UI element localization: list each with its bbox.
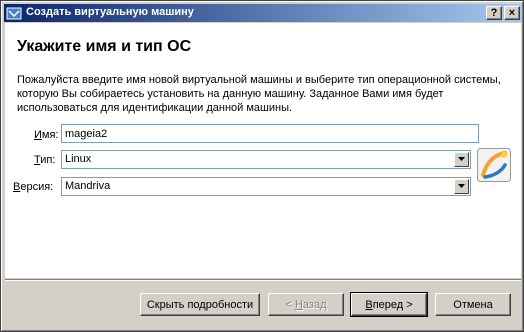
version-select[interactable]: Mandriva	[61, 177, 471, 196]
title-bar[interactable]: Создать виртуальную машину ? ×	[4, 4, 522, 22]
help-button[interactable]: ?	[486, 6, 502, 20]
page-title: Укажите имя и тип ОС	[17, 38, 192, 55]
cancel-button[interactable]: Отмена	[435, 293, 511, 316]
name-input[interactable]	[61, 124, 479, 143]
chevron-down-icon	[458, 184, 465, 188]
create-vm-dialog: Создать виртуальную машину ? × Укажите и…	[0, 0, 524, 332]
next-button-text: перед >	[372, 298, 413, 311]
close-button[interactable]: ×	[504, 6, 520, 20]
hide-details-button[interactable]: Скрыть подробности	[140, 293, 260, 316]
type-select-value: Linux	[65, 153, 92, 165]
button-separator	[5, 279, 521, 281]
name-label: Имя:	[34, 129, 58, 141]
chevron-down-icon	[458, 157, 465, 161]
page-description: Пожалуйста введите имя новой виртуальной…	[17, 74, 501, 114]
version-select-value: Mandriva	[65, 180, 111, 192]
window-title: Создать виртуальную машину	[26, 6, 194, 18]
version-dropdown-button[interactable]	[454, 179, 469, 194]
next-button-mnemonic: В	[365, 298, 373, 311]
version-label-text: ерсия:	[20, 181, 54, 193]
version-label: Версия:	[13, 181, 53, 193]
type-label-text: ип:	[40, 154, 56, 166]
wizard-page: Укажите имя и тип ОС Пожалуйста введите …	[5, 23, 521, 278]
mandriva-os-icon	[477, 148, 511, 182]
type-dropdown-button[interactable]	[454, 152, 469, 167]
back-button-prefix: <	[285, 298, 295, 311]
virtualbox-app-icon	[6, 7, 22, 20]
back-button-mnemonic: Н	[294, 298, 303, 311]
type-select[interactable]: Linux	[61, 150, 471, 169]
back-button-text: азад	[302, 298, 327, 311]
name-label-mnemonic: И	[34, 129, 42, 141]
back-button[interactable]: < Назад	[268, 293, 344, 316]
name-label-text: мя:	[41, 129, 59, 141]
type-label: Тип:	[34, 154, 55, 166]
next-button[interactable]: Вперед >	[350, 292, 428, 317]
